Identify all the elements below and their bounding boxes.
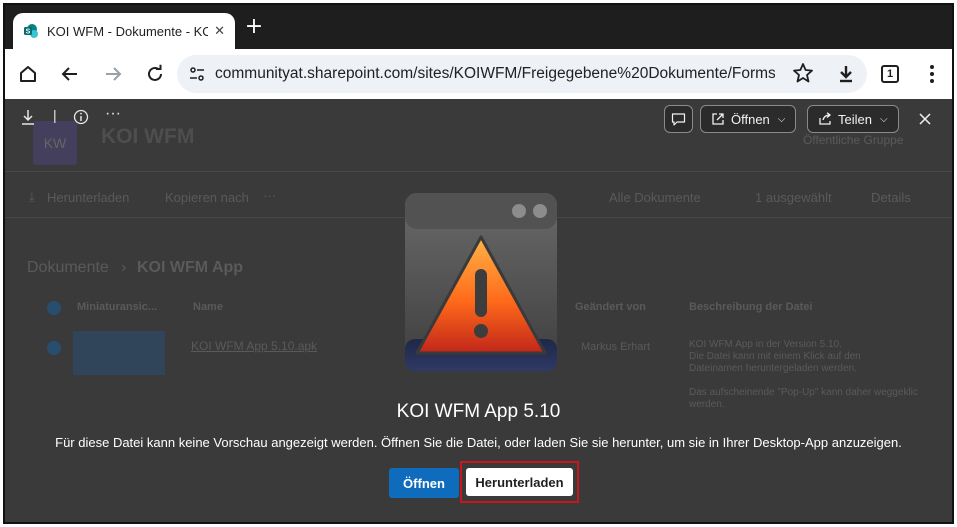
- row-modified-by: Markus Erhart: [581, 341, 651, 353]
- share-icon: [819, 112, 832, 125]
- details-label: Details: [871, 190, 911, 205]
- viewer-toolbar: | ··· Öffnen ⌵ Teilen ⌵: [5, 99, 952, 139]
- sharepoint-icon: S: [24, 24, 38, 38]
- open-button[interactable]: Öffnen: [389, 468, 459, 498]
- select-all-check-icon: [47, 301, 61, 315]
- row-desc-line: Die Datei kann mit einem Klick auf den: [689, 351, 861, 362]
- view-selector: Alle Dokumente: [609, 190, 701, 205]
- browser-toolbar: communityat.sharepoint.com/sites/KOIWFM/…: [5, 49, 952, 99]
- share-label: Teilen: [838, 111, 872, 127]
- download-button[interactable]: Herunterladen: [466, 468, 573, 496]
- info-icon[interactable]: [73, 109, 89, 125]
- reload-icon: [148, 64, 162, 81]
- more-commands-icon: ···: [263, 188, 276, 203]
- tab-switcher-button[interactable]: 1: [877, 61, 903, 87]
- address-bar[interactable]: communityat.sharepoint.com/sites/KOIWFM/…: [177, 55, 867, 93]
- row-check-icon: [47, 341, 61, 355]
- row-thumbnail: [73, 331, 165, 375]
- breadcrumb-current: KOI WFM App: [137, 259, 244, 276]
- open-menu-button[interactable]: Öffnen ⌵: [700, 105, 797, 133]
- home-icon: [20, 66, 36, 82]
- url-text[interactable]: communityat.sharepoint.com/sites/KOIWFM/…: [215, 65, 775, 83]
- more-options-icon[interactable]: ···: [105, 105, 121, 123]
- kebab-menu-icon: [930, 65, 934, 83]
- download-icon: [840, 66, 852, 83]
- site-settings-icon[interactable]: [189, 66, 205, 82]
- arrow-right-icon: [106, 67, 122, 81]
- preview-file-name: KOI WFM App 5.10: [396, 401, 561, 422]
- selected-count: 1 ausgewählt: [755, 190, 832, 205]
- comments-button[interactable]: [664, 105, 693, 133]
- download-button-highlight: Herunterladen: [460, 461, 579, 503]
- menu-button[interactable]: [919, 61, 945, 87]
- no-preview-message: Für diese Datei kann keine Vorschau ange…: [55, 435, 902, 450]
- row-desc-line: KOI WFM App in der Version 5.10.: [689, 339, 842, 350]
- row-desc-line: Dateinamen heruntergeladen werden.: [689, 363, 857, 374]
- svg-text:S: S: [26, 29, 31, 36]
- chevron-down-icon: ⌵: [879, 113, 888, 125]
- chevron-down-icon: ⌵: [777, 113, 786, 125]
- back-button[interactable]: [57, 61, 83, 87]
- breadcrumb-separator: ›: [121, 259, 127, 276]
- open-menu-label: Öffnen: [731, 111, 770, 127]
- forward-button[interactable]: [100, 61, 126, 87]
- home-button[interactable]: [15, 61, 41, 87]
- col-name: Name: [193, 301, 223, 313]
- tab-count: 1: [881, 65, 899, 83]
- cmd-download-icon: ⤓: [29, 189, 35, 204]
- separator: |: [53, 107, 57, 123]
- page-area: KW KOI WFM Öffentliche Gruppe ⤓ Herunter…: [5, 99, 952, 522]
- col-description: Beschreibung der Datei: [689, 301, 813, 313]
- row-file-name: KOI WFM App 5.10.apk: [191, 339, 318, 353]
- arrow-left-icon: [61, 67, 77, 81]
- tab-strip: S KOI WFM - Dokumente - KOI ✕ +: [5, 5, 952, 49]
- reload-button[interactable]: [142, 61, 168, 87]
- close-icon[interactable]: [918, 112, 932, 126]
- download-icon[interactable]: [21, 109, 35, 125]
- bookmark-star-icon[interactable]: [792, 62, 814, 84]
- share-button[interactable]: Teilen ⌵: [807, 105, 899, 133]
- browser-window: S KOI WFM - Dokumente - KOI ✕ + communit…: [3, 3, 954, 524]
- tab-title: KOI WFM - Dokumente - KOI: [47, 23, 209, 39]
- downloads-button[interactable]: [833, 61, 859, 87]
- cmd-copy: Kopieren nach: [165, 190, 249, 205]
- comment-icon: [671, 112, 686, 126]
- col-thumb: Miniaturansic...: [77, 301, 158, 313]
- close-tab-icon[interactable]: ✕: [214, 23, 225, 39]
- col-modified-by: Geändert von: [575, 301, 646, 313]
- row-desc-line: Das aufscheinende "Pop-Up" kann daher we…: [689, 387, 918, 398]
- new-tab-button[interactable]: +: [243, 16, 265, 39]
- open-external-icon: [712, 113, 724, 125]
- browser-tab[interactable]: S KOI WFM - Dokumente - KOI ✕: [13, 13, 235, 49]
- cmd-download: Herunterladen: [47, 190, 130, 205]
- no-preview-warning-icon: [405, 193, 557, 371]
- breadcrumb-root: Dokumente: [27, 259, 109, 276]
